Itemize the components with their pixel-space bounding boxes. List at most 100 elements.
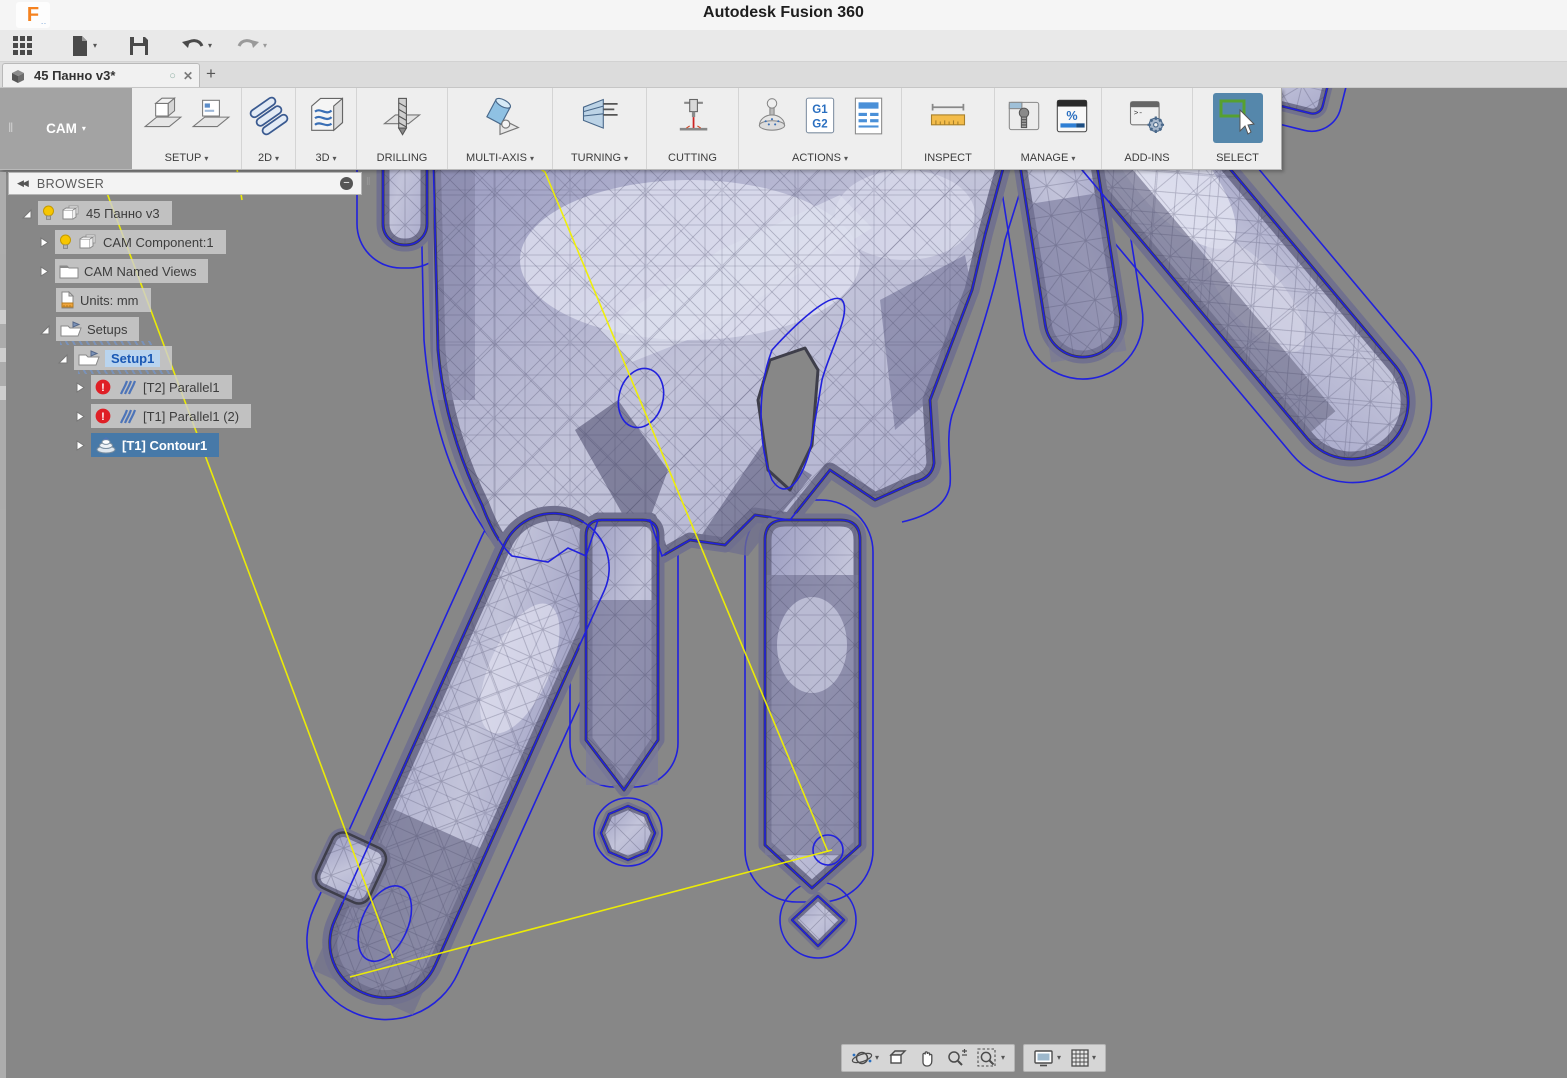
measure-ruler-icon[interactable]	[926, 93, 970, 139]
look-at-button[interactable]	[888, 1048, 908, 1068]
panel-label-setup[interactable]: SETUP	[165, 152, 202, 164]
new-tab-button[interactable]: +	[206, 64, 216, 84]
new-setup-icon[interactable]	[142, 93, 184, 137]
visibility-bulb-icon[interactable]	[42, 205, 55, 221]
3d-milling-icon[interactable]	[304, 93, 348, 139]
chevron-down-icon[interactable]: ▾	[1057, 1054, 1061, 1062]
cutting-icon[interactable]	[671, 93, 715, 139]
tree-label-selected[interactable]: [T1] Contour1	[122, 438, 207, 453]
ribbon-panel-setup[interactable]: SETUP ▾	[132, 88, 242, 169]
ribbon-panel-manage[interactable]: % MANAGE ▾	[995, 88, 1102, 169]
chevron-down-icon[interactable]: ▾	[1001, 1054, 1005, 1062]
tab-close-icon[interactable]: ✕	[183, 69, 193, 83]
chevron-down-icon[interactable]: ▾	[530, 154, 534, 163]
task-manager-icon[interactable]: %	[1051, 93, 1093, 139]
ribbon-panel-addins[interactable]: >- ADD-INS	[1102, 88, 1193, 169]
ribbon-panel-select[interactable]: SELECT	[1193, 88, 1282, 169]
ribbon-panel-turning[interactable]: TURNING ▾	[553, 88, 647, 169]
toolbar-grip-handle[interactable]: ‖	[8, 120, 15, 135]
undo-button[interactable]: ▾	[181, 37, 212, 55]
ribbon-panel-inspect[interactable]: INSPECT	[902, 88, 995, 169]
chevron-down-icon[interactable]: ▾	[1092, 1054, 1096, 1062]
panel-resize-handle[interactable]: ‖	[366, 176, 371, 188]
grid-settings-button[interactable]: ▾	[1070, 1048, 1096, 1068]
tree-label[interactable]: [T2] Parallel1	[143, 380, 220, 395]
chevron-down-icon[interactable]: ▾	[1071, 154, 1075, 163]
chevron-down-icon[interactable]: ▾	[275, 154, 279, 163]
redo-button[interactable]: ▾	[236, 37, 267, 55]
display-settings-button[interactable]: ▾	[1033, 1048, 1061, 1068]
expanded-arrow-icon[interactable]	[38, 323, 51, 336]
file-menu-button[interactable]: ▾	[70, 35, 97, 57]
browser-header[interactable]: ◀◀ BROWSER −	[8, 172, 362, 195]
chevron-down-icon[interactable]: ▾	[263, 41, 267, 50]
setup-from-file-icon[interactable]	[190, 93, 232, 137]
app-grid-button[interactable]	[12, 35, 34, 57]
chevron-down-icon[interactable]: ▾	[875, 1054, 879, 1062]
left-edge-scrollbar[interactable]	[0, 172, 6, 1078]
save-button[interactable]	[129, 36, 149, 56]
zoom-button[interactable]	[946, 1048, 968, 1068]
chevron-down-icon[interactable]: ▾	[844, 154, 848, 163]
chevron-down-icon[interactable]: ▾	[624, 154, 628, 163]
panel-label-2d[interactable]: 2D	[258, 152, 272, 164]
ribbon-panel-multiaxis[interactable]: MULTI-AXIS ▾	[448, 88, 553, 169]
workspace-selector[interactable]: ‖ CAM ▾	[0, 88, 132, 169]
turning-icon[interactable]	[578, 93, 622, 139]
tree-row-units[interactable]: Units: mm	[56, 288, 151, 312]
panel-label-select[interactable]: SELECT	[1216, 152, 1259, 164]
multi-axis-icon[interactable]	[477, 93, 523, 139]
expanded-arrow-icon[interactable]	[56, 352, 69, 365]
collapsed-arrow-icon[interactable]	[74, 381, 86, 394]
collapsed-arrow-icon[interactable]	[38, 236, 50, 249]
tree-label[interactable]: CAM Named Views	[84, 264, 196, 279]
expanded-arrow-icon[interactable]	[20, 207, 33, 220]
tree-row-toolpath-parallel2[interactable]: ! [T1] Parallel1 (2)	[74, 404, 252, 428]
tree-row-root[interactable]: 45 Панно v3	[20, 201, 172, 225]
ribbon-panel-2d[interactable]: 2D ▾	[242, 88, 296, 169]
2d-milling-icon[interactable]	[247, 93, 291, 139]
panel-label-3d[interactable]: 3D	[315, 152, 329, 164]
panel-label-inspect[interactable]: INSPECT	[924, 152, 972, 164]
tree-row-toolpath-contour1[interactable]: [T1] Contour1	[74, 433, 220, 457]
g-code-icon[interactable]: G1 G2	[799, 93, 841, 139]
tool-library-icon[interactable]	[1003, 93, 1045, 139]
setup-sheet-icon[interactable]	[847, 93, 889, 139]
collapsed-arrow-icon[interactable]	[38, 265, 50, 278]
chevron-down-icon[interactable]: ▾	[93, 41, 97, 50]
collapsed-arrow-icon[interactable]	[74, 410, 86, 423]
panel-label-turning[interactable]: TURNING	[571, 152, 621, 164]
panel-label-addins[interactable]: ADD-INS	[1124, 152, 1169, 164]
tree-label[interactable]: [T1] Parallel1 (2)	[143, 409, 239, 424]
tree-label-active-setup[interactable]: Setup1	[105, 349, 161, 367]
panel-label-cutting[interactable]: CUTTING	[668, 152, 717, 164]
orbit-button[interactable]: ▾	[851, 1048, 879, 1068]
visibility-bulb-icon[interactable]	[59, 234, 72, 250]
panel-label-multiaxis[interactable]: MULTI-AXIS	[466, 152, 527, 164]
document-tab[interactable]: 45 Панно v3* ○ ✕	[2, 63, 200, 87]
panel-label-manage[interactable]: MANAGE	[1021, 152, 1069, 164]
tree-label[interactable]: CAM Component:1	[103, 235, 214, 250]
ribbon-panel-3d[interactable]: 3D ▾	[296, 88, 357, 169]
post-process-icon[interactable]	[751, 93, 793, 139]
collapse-panel-icon[interactable]: ◀◀	[17, 178, 29, 189]
chevron-down-icon[interactable]: ▾	[204, 154, 208, 163]
zoom-window-button[interactable]: ▾	[977, 1048, 1005, 1068]
collapsed-arrow-icon[interactable]	[74, 439, 86, 452]
panel-label-drilling[interactable]: DRILLING	[377, 152, 428, 164]
tree-row-component[interactable]: CAM Component:1	[38, 230, 226, 254]
tree-label[interactable]: 45 Панно v3	[86, 206, 160, 221]
tree-label[interactable]: Setups	[87, 322, 127, 337]
panel-label-actions[interactable]: ACTIONS	[792, 152, 841, 164]
pan-button[interactable]	[917, 1048, 937, 1068]
chevron-down-icon[interactable]: ▾	[208, 41, 212, 50]
tree-row-setup1[interactable]: Setup1	[56, 346, 173, 370]
ribbon-panel-actions[interactable]: G1 G2 ACTIONS ▾	[739, 88, 902, 169]
tree-row-named-views[interactable]: CAM Named Views	[38, 259, 209, 283]
select-tool-active[interactable]	[1212, 93, 1263, 143]
tree-label[interactable]: Units: mm	[80, 293, 139, 308]
chevron-down-icon[interactable]: ▾	[333, 154, 337, 163]
ribbon-panel-drilling[interactable]: DRILLING	[357, 88, 448, 169]
add-ins-console-icon[interactable]: >-	[1125, 93, 1169, 139]
tree-row-setups[interactable]: Setups	[38, 317, 140, 341]
